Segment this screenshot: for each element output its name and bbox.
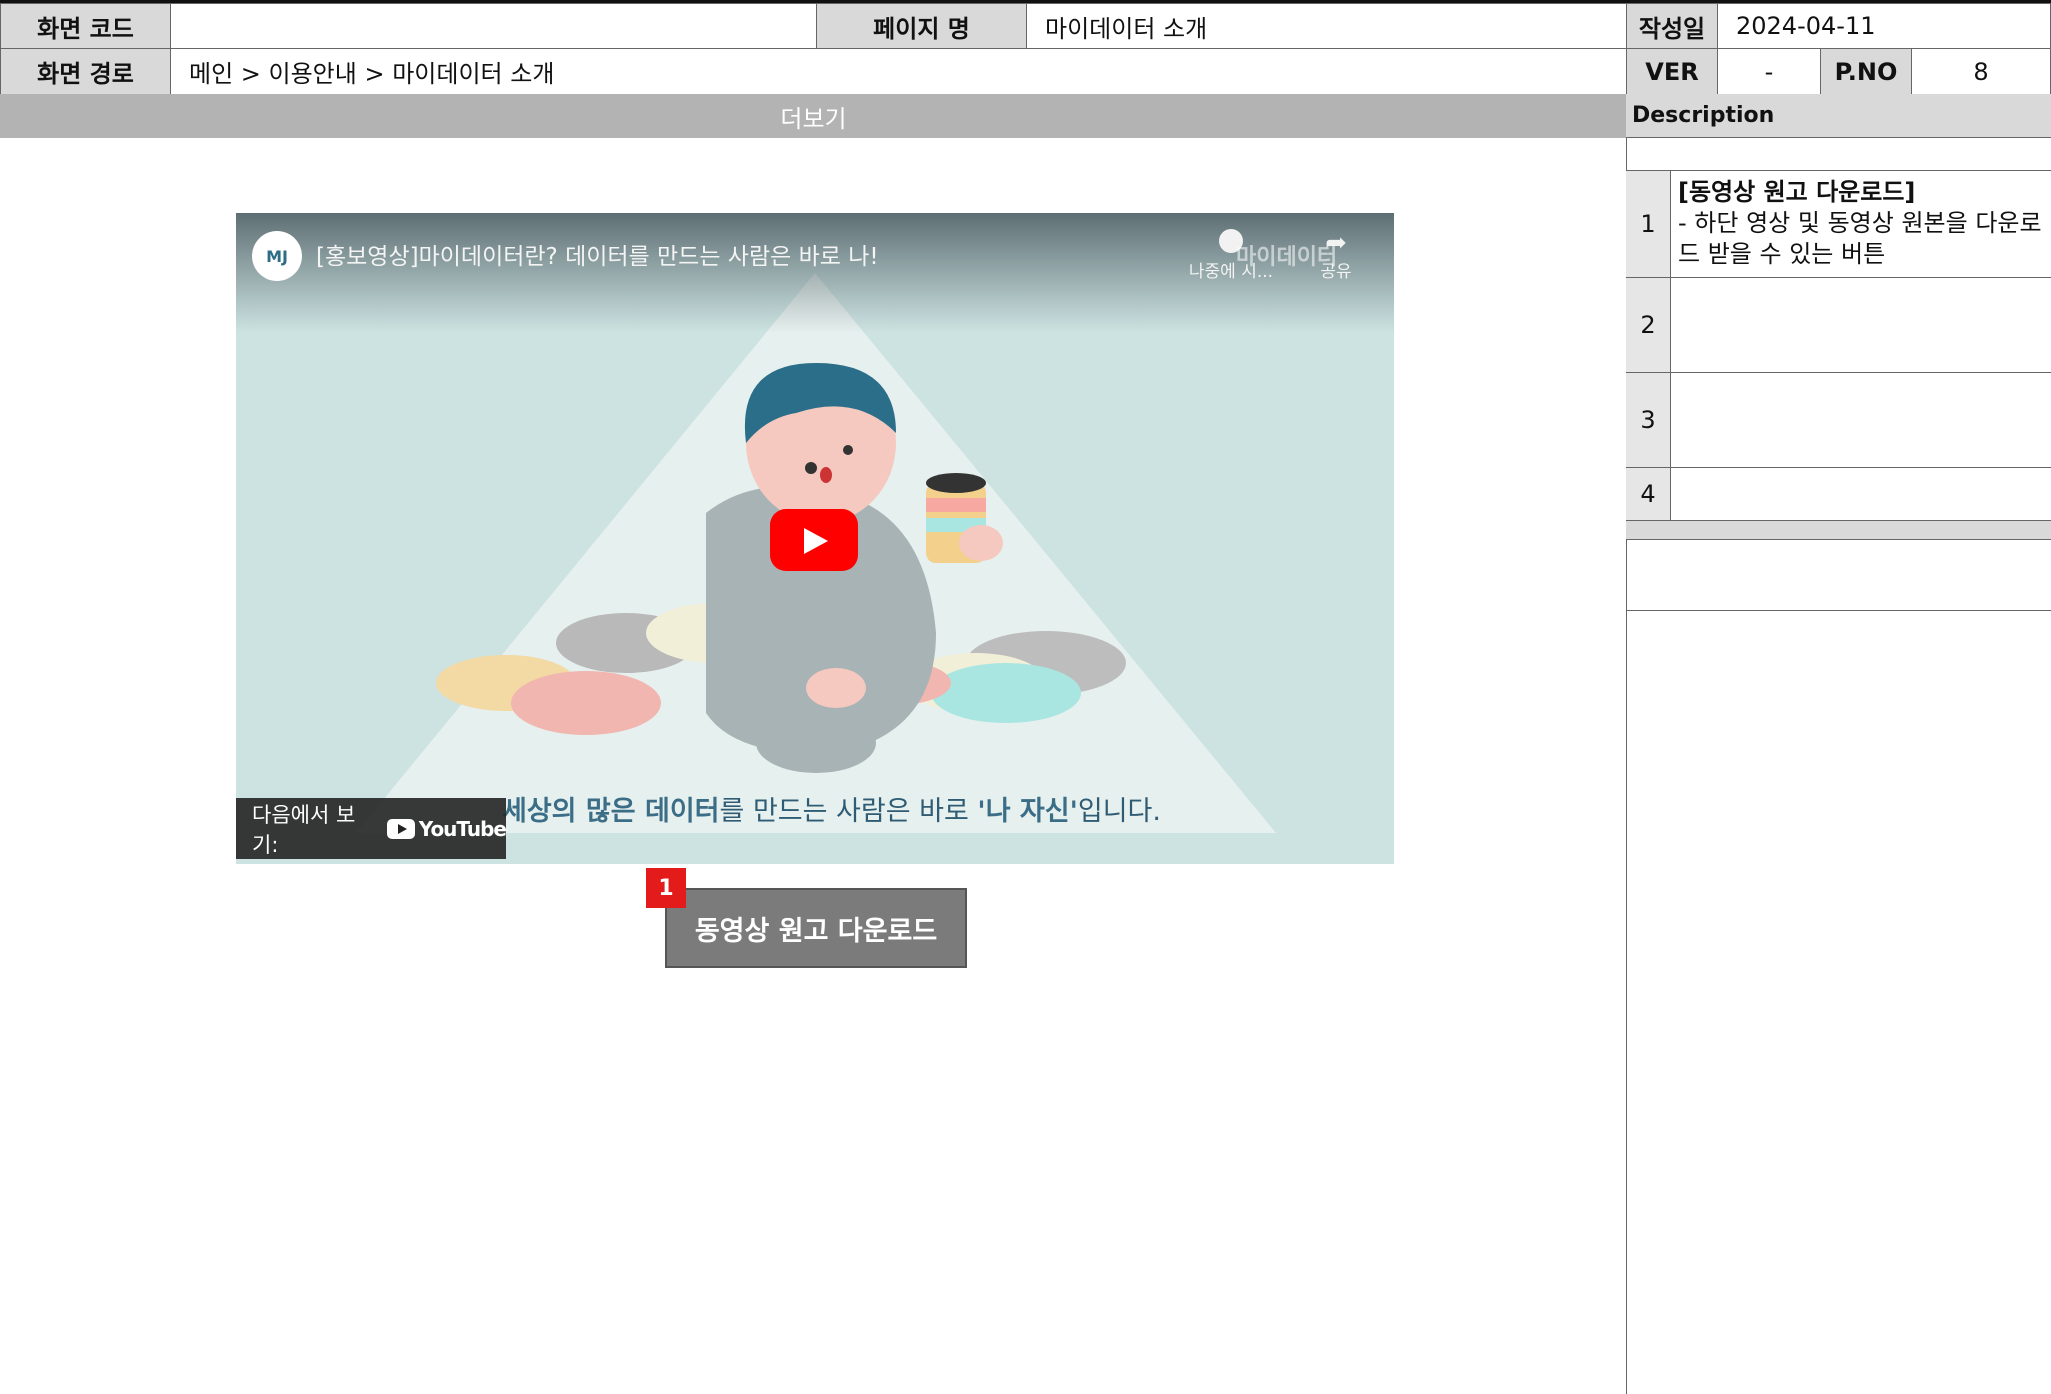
youtube-play-icon <box>386 818 415 839</box>
date-value: 2024-04-11 <box>1717 3 2051 49</box>
description-row-body: - 하단 영상 및 동영상 원본을 다운로드 받을 수 있는 버튼 <box>1678 209 2042 268</box>
screen-code-label: 화면 코드 <box>0 3 171 49</box>
description-divider-row <box>1626 521 2051 540</box>
pno-value: 8 <box>1911 48 2051 95</box>
subtitle-bold-1: 세상의 많은 데이터 <box>502 796 720 827</box>
section-title-bar: 더보기 <box>0 94 1627 138</box>
description-row-number: 3 <box>1626 373 1671 467</box>
watch-on-label: 다음에서 보기: <box>252 802 356 857</box>
description-title: Description <box>1632 103 1775 128</box>
annotation-marker: 1 <box>646 868 686 908</box>
video-title[interactable]: [홍보영상]마이데이터란? 데이터를 만드는 사람은 바로 나! <box>316 237 879 271</box>
description-row: 2 <box>1626 278 2051 373</box>
subtitle-plain-2: 입니다. <box>1077 796 1161 827</box>
ver-label: VER <box>1626 48 1718 95</box>
description-header: Description <box>1626 94 2051 138</box>
screen-code-value <box>170 3 817 49</box>
screen-path-value: 메인 > 이용안내 > 마이데이터 소개 <box>170 48 1627 95</box>
watch-on-youtube-bar[interactable]: 다음에서 보기: YouTube <box>236 798 507 859</box>
section-title: 더보기 <box>780 104 847 133</box>
pno-label: P.NO <box>1820 48 1912 95</box>
channel-watermark: 마이데이터 <box>1236 245 1338 270</box>
play-button[interactable] <box>770 509 858 571</box>
subtitle-bold-2: '나 자신' <box>977 796 1078 827</box>
description-spacer-row <box>1626 138 2051 171</box>
date-label: 작성일 <box>1626 3 1718 49</box>
ver-value: - <box>1717 48 1821 95</box>
description-row-heading: [동영상 원고 다운로드] <box>1678 178 1916 206</box>
youtube-logo: YouTube <box>386 816 507 841</box>
description-row: 1 [동영상 원고 다운로드] - 하단 영상 및 동영상 원본을 다운로드 받… <box>1626 171 2051 278</box>
video-subtitle: 세상의 많은 데이터를 만드는 사람은 바로 '나 자신'입니다. <box>502 789 1161 828</box>
page-name-label: 페이지 명 <box>816 3 1027 49</box>
youtube-label: YouTube <box>418 816 507 841</box>
description-row-text: [동영상 원고 다운로드] - 하단 영상 및 동영상 원본을 다운로드 받을 … <box>1678 177 2047 270</box>
description-row: 3 <box>1626 373 2051 468</box>
channel-logo[interactable]: MJ <box>252 231 302 281</box>
description-empty-row <box>1626 540 2051 611</box>
description-row: 4 <box>1626 468 2051 521</box>
description-row-number: 4 <box>1626 468 1671 520</box>
description-row-number: 2 <box>1626 278 1671 372</box>
subtitle-plain-1: 를 만드는 사람은 바로 <box>719 796 978 827</box>
video-script-download-button[interactable]: 동영상 원고 다운로드 <box>665 888 967 968</box>
page-name-value: 마이데이터 소개 <box>1026 3 1627 49</box>
screen-path-label: 화면 경로 <box>0 48 171 95</box>
description-row-number: 1 <box>1626 171 1671 277</box>
video-player[interactable]: MJ [홍보영상]마이데이터란? 데이터를 만드는 사람은 바로 나! 나중에 … <box>236 213 1394 864</box>
